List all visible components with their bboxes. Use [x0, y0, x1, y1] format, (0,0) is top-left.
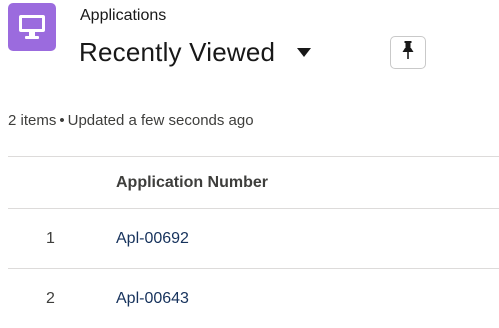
list-status-info: 2 items • Updated a few seconds ago	[8, 110, 254, 132]
pin-icon	[402, 41, 414, 64]
record-link[interactable]: Apl-00692	[116, 230, 189, 248]
object-label: Applications	[80, 7, 167, 24]
updated-time: Updated a few seconds ago	[67, 112, 254, 129]
column-header-application-number[interactable]: Application Number	[116, 174, 499, 192]
caret-down-icon[interactable]	[295, 43, 313, 61]
table-row: 1 Apl-00692	[8, 209, 499, 268]
item-count: 2 items	[8, 112, 57, 129]
row-number: 1	[46, 229, 55, 247]
list-view-title-row[interactable]: Recently Viewed	[79, 34, 313, 70]
status-separator: •	[59, 112, 65, 129]
table-header: Application Number	[8, 157, 499, 208]
table-row: 2 Apl-00643	[8, 269, 499, 328]
list-view-page: Applications Recently Viewed 2 items • Upd…	[0, 0, 499, 328]
list-view-title[interactable]: Recently Viewed	[79, 35, 275, 69]
row-number: 2	[46, 289, 55, 307]
monitor-icon	[8, 3, 56, 51]
pin-button[interactable]	[390, 36, 426, 69]
record-link[interactable]: Apl-00643	[116, 290, 189, 308]
records-table: Application Number 1 Apl-00692 2 Apl-006…	[8, 156, 499, 328]
